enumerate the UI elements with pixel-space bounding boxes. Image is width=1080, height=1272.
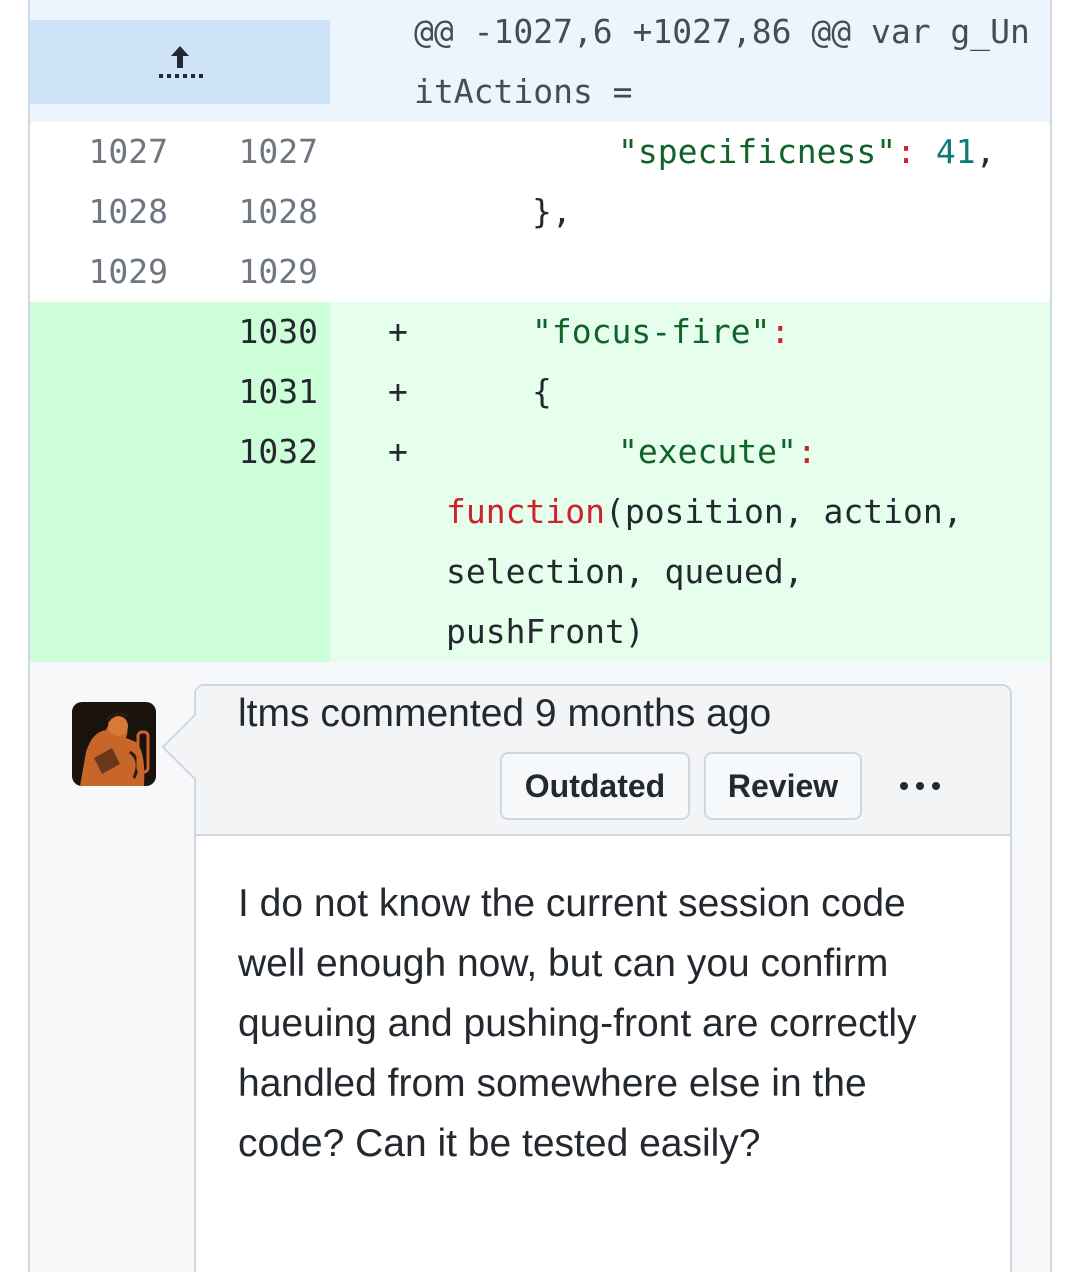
kebab-horizontal-icon[interactable] bbox=[890, 758, 950, 814]
expand-up-button[interactable] bbox=[30, 20, 330, 104]
old-line-number[interactable]: 1027 bbox=[30, 122, 168, 182]
new-line-number[interactable]: 1027 bbox=[180, 122, 318, 182]
new-line-number[interactable]: 1030 bbox=[180, 302, 318, 362]
code-line-wrapped: function(position, action, bbox=[446, 492, 963, 531]
code-line: "focus-fire": bbox=[532, 312, 791, 351]
hunk-header: @@ -1027,6 +1027,86 @@ var g_UnitActions… bbox=[30, 0, 1050, 122]
old-line-number[interactable]: 1029 bbox=[30, 242, 168, 302]
diff-line-added: 1031 + { bbox=[30, 362, 1050, 422]
code-line-wrapped: selection, queued, bbox=[446, 552, 804, 591]
code-line: "specificness": 41, bbox=[618, 132, 996, 171]
diff-view: @@ -1027,6 +1027,86 @@ var g_UnitActions… bbox=[28, 0, 1052, 1272]
added-lines-block: 1030 + "focus-fire": 1031 + { 1032 + "ex… bbox=[30, 302, 1050, 662]
user-avatar[interactable] bbox=[72, 702, 156, 786]
added-marker: + bbox=[388, 312, 408, 351]
comment-author-line[interactable]: ltms commented 9 months ago bbox=[238, 688, 771, 740]
comment-card: ltms commented 9 months ago Outdated Rev… bbox=[161, 684, 1012, 1272]
diff-line-context: 1029 1029 bbox=[30, 242, 1050, 302]
new-line-number[interactable]: 1032 bbox=[180, 422, 318, 482]
outdated-button[interactable]: Outdated bbox=[500, 752, 690, 820]
code-line: "execute": bbox=[618, 432, 817, 471]
added-marker: + bbox=[388, 372, 408, 411]
added-marker: + bbox=[388, 432, 408, 471]
old-line-number[interactable]: 1028 bbox=[30, 182, 168, 242]
diff-line-context: 1028 1028 }, bbox=[30, 182, 1050, 242]
diff-line-added: 1032 + "execute": bbox=[30, 422, 1050, 482]
hunk-header-text: @@ -1027,6 +1027,86 @@ var g_UnitActions… bbox=[414, 12, 1030, 111]
diff-line-added: 1030 + "focus-fire": bbox=[30, 302, 1050, 362]
new-line-number[interactable]: 1029 bbox=[180, 242, 318, 302]
code-line-wrapped: pushFront) bbox=[446, 612, 645, 651]
new-line-number[interactable]: 1028 bbox=[180, 182, 318, 242]
code-line: }, bbox=[532, 192, 572, 231]
review-button[interactable]: Review bbox=[704, 752, 862, 820]
comment-body: I do not know the current session code w… bbox=[238, 882, 917, 1165]
expand-up-icon bbox=[159, 46, 203, 78]
comment-header: ltms commented 9 months ago Outdated Rev… bbox=[196, 686, 1010, 836]
review-thread: ltms commented 9 months ago Outdated Rev… bbox=[30, 662, 1050, 1272]
new-line-number[interactable]: 1031 bbox=[180, 362, 318, 422]
diff-line-context: 1027 1027 "specificness": 41, bbox=[30, 122, 1050, 182]
avatar-image bbox=[72, 702, 156, 786]
code-line: { bbox=[532, 372, 552, 411]
